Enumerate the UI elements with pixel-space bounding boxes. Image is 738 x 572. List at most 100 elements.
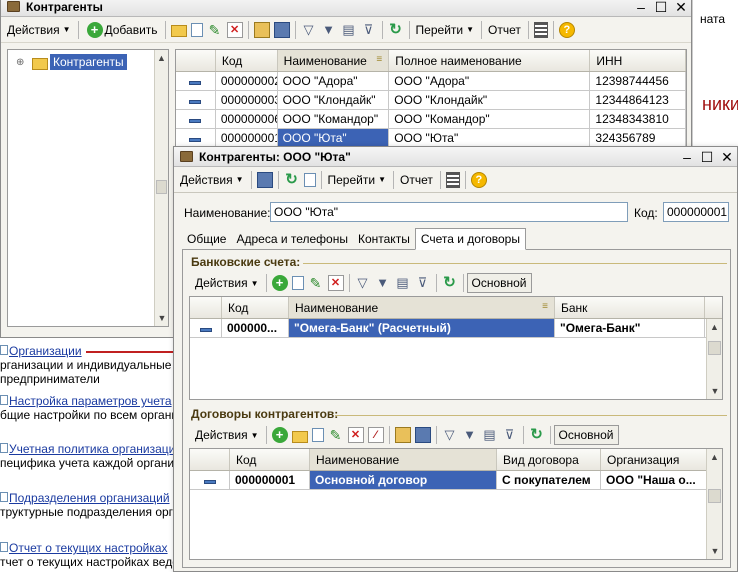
- reread-icon[interactable]: ↻: [284, 171, 300, 188]
- actions-menu[interactable]: Действия ▼: [4, 19, 74, 41]
- minimize-button[interactable]: –: [631, 0, 651, 16]
- filter-list-icon[interactable]: ▤: [395, 275, 411, 291]
- contracts-main-button[interactable]: Основной: [553, 425, 619, 445]
- scroll-down-icon[interactable]: ▼: [155, 310, 168, 326]
- col-code[interactable]: Код: [216, 50, 278, 71]
- expand-icon[interactable]: ⊕: [16, 57, 30, 68]
- tree-scrollbar[interactable]: ▲ ▼: [154, 50, 168, 326]
- form-actions-menu[interactable]: Действия ▼: [177, 169, 247, 191]
- filter-icon[interactable]: ▽: [301, 22, 317, 38]
- copy-icon[interactable]: [291, 276, 304, 290]
- refresh-icon[interactable]: ↻: [529, 427, 545, 443]
- filter-value-icon[interactable]: ▼: [375, 275, 391, 291]
- report-link[interactable]: Отчет о текущих настройках: [9, 541, 168, 555]
- policy-link[interactable]: Учетная политика организаций: [9, 442, 176, 456]
- list-settings-icon[interactable]: [445, 171, 460, 188]
- goto-menu[interactable]: Перейти ▼: [413, 19, 477, 41]
- refresh-icon[interactable]: ↻: [388, 21, 404, 38]
- tree-root-label[interactable]: Контрагенты: [50, 54, 127, 70]
- report-button[interactable]: Отчет: [485, 19, 524, 41]
- scroll-down-icon[interactable]: ▼: [707, 383, 722, 399]
- help-icon[interactable]: ?: [558, 21, 575, 38]
- col-code[interactable]: Код: [230, 449, 310, 470]
- col-organization[interactable]: Организация: [601, 449, 707, 470]
- bank-actions-menu[interactable]: Действия ▼: [192, 272, 262, 294]
- col-inn[interactable]: ИНН: [590, 50, 686, 71]
- col-name[interactable]: Наименование ≡: [289, 297, 555, 318]
- side-item-settings[interactable]: Настройка параметров учета бщие настройк…: [0, 394, 176, 422]
- filter-off-icon[interactable]: ⊽: [502, 427, 518, 443]
- contracts-actions-menu[interactable]: Действия ▼: [192, 424, 262, 446]
- edit-icon[interactable]: ✎: [207, 22, 223, 38]
- edit-icon[interactable]: ✎: [308, 275, 324, 291]
- add-icon[interactable]: +: [271, 427, 288, 443]
- col-full-name[interactable]: Полное наименование: [389, 50, 591, 71]
- move-icon[interactable]: [414, 427, 431, 443]
- table-row[interactable]: 000000002 ООО "Адора" ООО "Адора" 123987…: [176, 72, 686, 91]
- copy-icon[interactable]: [311, 428, 324, 442]
- move-icon[interactable]: [273, 21, 290, 38]
- add-icon[interactable]: +: [271, 275, 288, 291]
- scroll-thumb[interactable]: [156, 180, 167, 194]
- edit-icon[interactable]: ✎: [328, 427, 344, 443]
- tree-root-item[interactable]: ⊕ Контрагенты: [16, 54, 127, 70]
- mark-delete-icon[interactable]: ⁄: [367, 427, 384, 443]
- add-button[interactable]: + Добавить: [82, 19, 161, 41]
- side-item-policy[interactable]: Учетная политика организаций пецифика уч…: [0, 442, 176, 470]
- col-name[interactable]: Наименование: [310, 449, 497, 470]
- close-button[interactable]: ✕: [671, 0, 691, 16]
- filter-value-icon[interactable]: ▼: [462, 427, 478, 443]
- organizations-link[interactable]: Организации: [9, 344, 82, 358]
- settings-link[interactable]: Настройка параметров учета: [9, 394, 172, 408]
- table-row[interactable]: 000000001 Основной договор С покупателем…: [190, 471, 722, 490]
- refresh-icon[interactable]: ↻: [442, 275, 458, 291]
- table-row[interactable]: 000000... "Омега-Банк" (Расчетный) "Омег…: [190, 319, 722, 338]
- scroll-down-icon[interactable]: ▼: [707, 543, 722, 559]
- delete-icon[interactable]: ✕: [226, 21, 243, 38]
- scroll-up-icon[interactable]: ▲: [707, 449, 722, 465]
- scroll-up-icon[interactable]: ▲: [707, 319, 722, 335]
- maximize-button[interactable]: ☐: [697, 148, 717, 166]
- filter-off-icon[interactable]: ⊽: [415, 275, 431, 291]
- bank-scrollbar[interactable]: ▲ ▼: [706, 319, 722, 399]
- hierarchy-icon[interactable]: [253, 21, 270, 38]
- tab-accounts-contracts[interactable]: Счета и договоры: [414, 228, 526, 250]
- minimize-button[interactable]: –: [677, 148, 697, 166]
- copy-icon[interactable]: [303, 172, 316, 187]
- divisions-link[interactable]: Подразделения организаций: [9, 491, 170, 505]
- col-name[interactable]: Наименование ≡: [277, 50, 390, 71]
- delete-icon[interactable]: ✕: [347, 427, 364, 443]
- tab-contacts[interactable]: Контакты: [353, 229, 415, 249]
- list-settings-icon[interactable]: [533, 21, 548, 38]
- col-contract-type[interactable]: Вид договора: [497, 449, 601, 470]
- filter-off-icon[interactable]: ⊽: [361, 22, 377, 38]
- save-close-icon[interactable]: [256, 171, 273, 188]
- filter-list-icon[interactable]: ▤: [341, 22, 357, 38]
- side-item-organizations[interactable]: Организации рганизации и индивидуальные …: [0, 344, 176, 386]
- scroll-thumb[interactable]: [708, 489, 721, 503]
- col-bank[interactable]: Банк: [555, 297, 705, 318]
- form-goto-menu[interactable]: Перейти ▼: [325, 169, 389, 191]
- close-button[interactable]: ✕: [717, 148, 737, 166]
- maximize-button[interactable]: ☐: [651, 0, 671, 16]
- filter-icon[interactable]: ▽: [355, 275, 371, 291]
- table-row[interactable]: 000000003 ООО "Клондайк" ООО "Клондайк" …: [176, 91, 686, 110]
- table-row[interactable]: 000000006 ООО "Командор" ООО "Командор" …: [176, 110, 686, 129]
- contracts-scrollbar[interactable]: ▲ ▼: [706, 449, 722, 559]
- add-folder-icon[interactable]: [170, 25, 187, 37]
- col-code[interactable]: Код: [222, 297, 289, 318]
- add-folder-icon[interactable]: [291, 430, 308, 443]
- filter-list-icon[interactable]: ▤: [482, 427, 498, 443]
- code-field[interactable]: 000000001: [663, 202, 729, 222]
- side-item-divisions[interactable]: Подразделения организаций труктурные под…: [0, 491, 176, 519]
- scroll-up-icon[interactable]: ▲: [155, 50, 168, 66]
- filter-icon[interactable]: ▽: [442, 427, 458, 443]
- tab-addresses[interactable]: Адреса и телефоны: [231, 229, 353, 249]
- tab-general[interactable]: Общие: [182, 229, 231, 249]
- hierarchy-icon[interactable]: [394, 427, 411, 443]
- form-report-button[interactable]: Отчет: [397, 169, 436, 191]
- help-icon[interactable]: ?: [470, 171, 487, 188]
- side-item-report[interactable]: Отчет о текущих настройках тчет о текущи…: [0, 541, 176, 569]
- filter-value-icon[interactable]: ▼: [321, 22, 337, 38]
- copy-icon[interactable]: [190, 22, 203, 37]
